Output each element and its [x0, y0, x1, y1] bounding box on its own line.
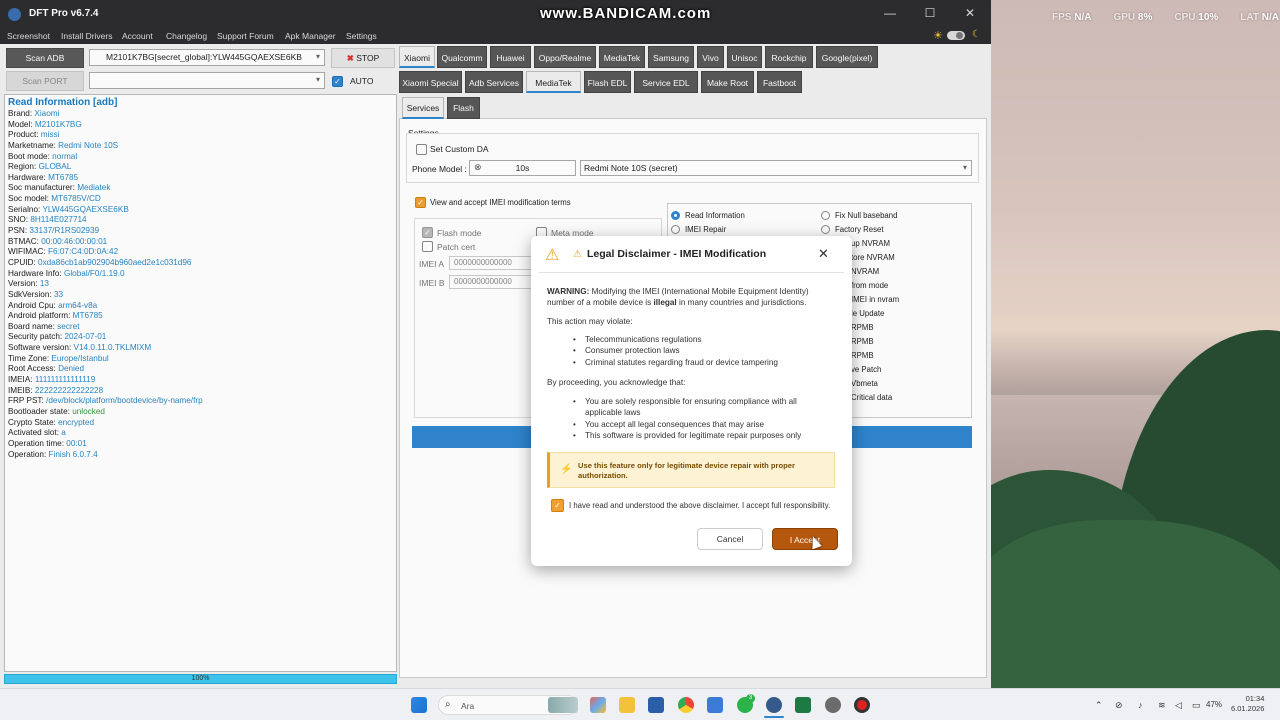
excel-icon[interactable]	[795, 697, 811, 713]
desktop-wallpaper	[991, 0, 1280, 688]
lat-value: N/A	[1261, 12, 1280, 23]
warning-bold: WARNING:	[547, 287, 590, 296]
fps-value: N/A	[1074, 12, 1092, 23]
clock[interactable]: 01:34 6.01.2026	[1231, 694, 1264, 714]
violation-item: Consumer protection laws	[585, 346, 680, 355]
bandicam-icon[interactable]	[854, 697, 870, 713]
ack-item: You accept all legal consequences that m…	[585, 420, 765, 429]
wifi-icon[interactable]: ≋	[1158, 700, 1166, 711]
bullet-icon: •	[573, 346, 576, 355]
bullet-icon: •	[573, 335, 576, 344]
clock-time: 01:34	[1245, 694, 1265, 703]
divider	[539, 272, 844, 273]
fps-label: FPS	[1052, 12, 1072, 23]
note-line-2: authorization.	[578, 471, 628, 480]
battery-percent: 47%	[1206, 700, 1223, 709]
search-placeholder: Ara	[461, 701, 475, 711]
warning-line-2a: number of a mobile device is	[547, 298, 654, 307]
warning-text-2: number of a mobile device is illegal in …	[547, 297, 806, 308]
bandicam-watermark: www.BANDICAM.com	[540, 5, 712, 22]
gpu-label: GPU	[1113, 12, 1136, 23]
warning-text: WARNING: Modifying the IMEI (Internation…	[547, 286, 809, 297]
windows-start-icon[interactable]	[411, 697, 427, 713]
note-text: Use this feature only for legitimate dev…	[578, 461, 818, 481]
warning-icon: ⚠	[573, 249, 582, 260]
copilot-icon[interactable]	[590, 697, 606, 713]
store-icon[interactable]	[648, 697, 664, 713]
accept-disclaimer-label: I have read and understood the above dis…	[569, 501, 831, 510]
illegal-word: illegal	[653, 298, 677, 307]
accept-button[interactable]: I Accept	[772, 528, 838, 550]
lightning-icon: ⚡	[560, 464, 573, 475]
notification-badge: 3	[746, 694, 755, 703]
lat-label: LAT	[1240, 12, 1259, 23]
dialog-title: Legal Disclaimer - IMEI Modification	[587, 248, 767, 260]
bullet-icon: •	[573, 420, 576, 429]
acknowledge-text: By proceeding, you acknowledge that:	[547, 378, 686, 387]
search-highlight-icon[interactable]	[548, 697, 578, 713]
chrome-icon[interactable]	[678, 697, 694, 713]
network-off-icon[interactable]: ⊘	[1115, 700, 1123, 711]
ack-item: This software is provided for legitimate…	[585, 431, 802, 440]
file-explorer-icon[interactable]	[619, 697, 635, 713]
bullet-icon: •	[573, 431, 576, 440]
warning-line-1: Modifying the IMEI (International Mobile…	[589, 287, 809, 296]
cancel-button[interactable]: Cancel	[697, 528, 763, 550]
violation-item: Telecommunications regulations	[585, 335, 702, 344]
active-indicator	[764, 716, 784, 718]
mail-icon[interactable]	[707, 697, 723, 713]
warning-line-2b: in many countries and jurisdictions.	[676, 298, 807, 307]
legitimate-use-note: ⚡ Use this feature only for legitimate d…	[547, 452, 835, 488]
violation-item: Criminal statutes regarding fraud or dev…	[585, 358, 778, 367]
note-line-1: Use this feature only for legitimate dev…	[578, 461, 795, 470]
may-violate-text: This action may violate:	[547, 317, 633, 326]
close-icon[interactable]: ✕	[818, 246, 829, 262]
taskbar: ⌕ Ara 3 ⌃ ⊘ ♪ ≋ ◁ ▭ 47% 01:34 6.01.2026	[0, 688, 1280, 720]
cpu-value: 10%	[1198, 12, 1219, 23]
chevron-up-icon[interactable]: ⌃	[1095, 700, 1103, 711]
accept-disclaimer-checkbox[interactable]: ✓	[551, 499, 564, 512]
bullet-icon: •	[573, 397, 576, 406]
ack-item: You are solely responsible for ensuring …	[585, 397, 797, 406]
search-icon: ⌕	[445, 699, 451, 710]
performance-overlay: FPS N/A GPU 8% CPU 10% LAT N/A	[1052, 12, 1279, 23]
battery-icon[interactable]: ▭	[1192, 700, 1201, 711]
dft-pro-icon[interactable]	[766, 697, 782, 713]
app-window: DFT Pro v6.7.4 — ☐ ✕ Screenshot Install …	[0, 0, 991, 688]
volume-icon[interactable]: ◁	[1175, 700, 1182, 711]
legal-disclaimer-dialog: ⚠ ⚠ Legal Disclaimer - IMEI Modification…	[531, 236, 852, 566]
clock-date: 6.01.2026	[1231, 704, 1265, 713]
bullet-icon: •	[573, 358, 576, 367]
warning-icon: ⚠	[545, 247, 560, 264]
microphone-icon[interactable]: ♪	[1138, 700, 1143, 710]
ack-item-continued: applicable laws	[585, 408, 641, 417]
cpu-label: CPU	[1174, 12, 1196, 23]
gpu-value: 8%	[1137, 12, 1153, 23]
settings-gear-icon[interactable]	[825, 697, 841, 713]
